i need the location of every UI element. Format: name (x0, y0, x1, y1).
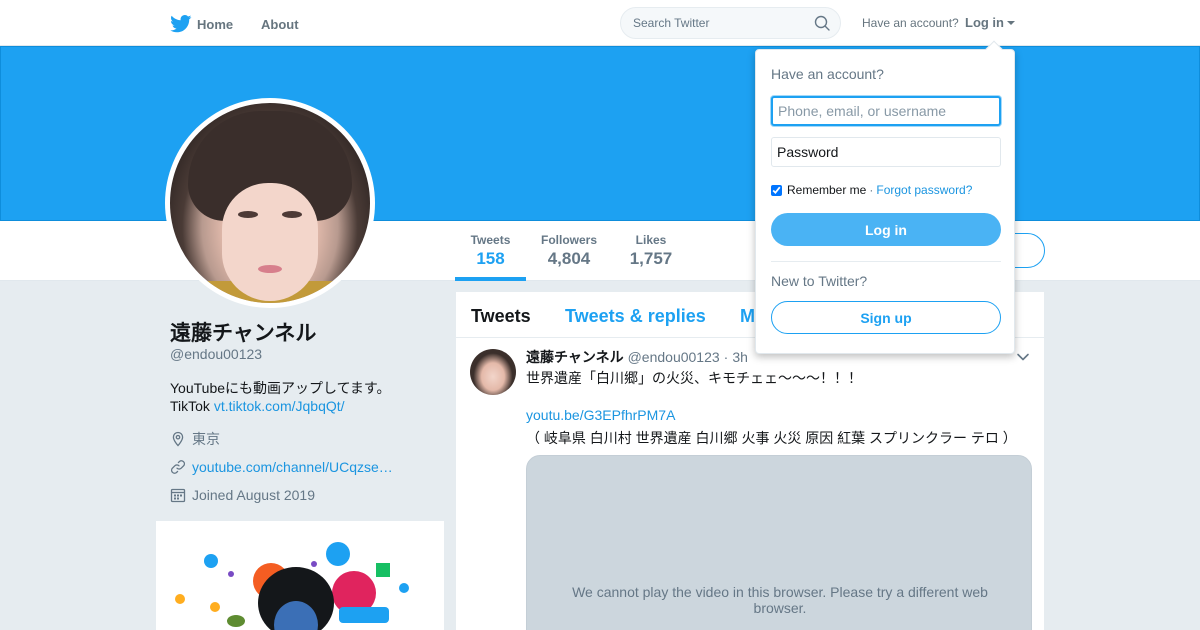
tweet-text: （ 岐阜県 白川村 世界遺産 白川郷 火事 火災 原因 紅葉 スプリンクラー テ… (526, 430, 1017, 446)
joined-text: Joined August 2019 (192, 487, 315, 503)
tweet-video-player[interactable]: We cannot play the video in this browser… (526, 455, 1032, 630)
profile-bio-line: TikTok vt.tiktok.com/JqbqQt/ (170, 398, 345, 414)
stat-followers[interactable]: Followers 4,804 (535, 233, 603, 269)
website-link[interactable]: youtube.com/channel/UCqzse… (192, 459, 393, 475)
tweet-avatar[interactable] (470, 349, 516, 395)
location-pin-icon (172, 431, 184, 447)
password-input[interactable] (771, 137, 1001, 167)
search-box (620, 7, 841, 39)
forgot-password-link[interactable]: Forgot password? (876, 183, 972, 197)
nav-home-label: Home (197, 16, 234, 32)
search-input[interactable] (633, 15, 808, 31)
tweet-author-handle[interactable]: @endou00123 (628, 349, 720, 365)
promo-illustration (175, 542, 409, 630)
search-icon[interactable] (814, 15, 830, 31)
dropdown-divider (771, 261, 1001, 262)
have-account-text: Have an account? (862, 16, 959, 30)
stat-value: 158 (476, 249, 505, 268)
calendar-icon (170, 488, 186, 503)
tab-media[interactable]: M (740, 306, 755, 327)
promo-illustration-card (156, 521, 444, 630)
top-nav: Home About Have an account? Log in (0, 0, 1200, 46)
login-toggle-label: Log in (965, 15, 1004, 30)
stat-tweets[interactable]: Tweets 158 (455, 233, 526, 281)
stat-label: Followers (540, 233, 597, 247)
caret-down-icon (1007, 20, 1015, 25)
profile-location: 東京 (170, 430, 220, 448)
location-text: 東京 (192, 431, 220, 447)
stat-value: 4,804 (547, 249, 591, 268)
stat-likes[interactable]: Likes 1,757 (622, 233, 680, 269)
tab-tweets[interactable]: Tweets (471, 306, 531, 327)
signup-button[interactable]: Sign up (771, 301, 1001, 334)
remember-label[interactable]: Remember me (787, 183, 866, 197)
tab-tweets-replies[interactable]: Tweets & replies (565, 306, 706, 327)
tweet-author-name[interactable]: 遠藤チャンネル (526, 347, 624, 367)
username-input[interactable] (771, 96, 1001, 126)
login-button[interactable]: Log in (771, 213, 1001, 246)
tweet-header: 遠藤チャンネル @endou00123 · 3h (526, 347, 752, 367)
stat-value: 1,757 (629, 249, 673, 268)
remember-checkbox[interactable] (771, 184, 782, 196)
twitter-bird-icon (170, 15, 192, 33)
profile-name[interactable]: 遠藤チャンネル (170, 317, 316, 347)
tweet-text: 世界遺産「白川郷」の火災、キモチェェ〜〜〜！！！ (526, 370, 862, 386)
profile-website: youtube.com/channel/UCqzse… (170, 458, 393, 476)
chevron-down-icon[interactable] (1016, 350, 1030, 364)
avatar-photo (170, 103, 370, 303)
new-to-twitter-text: New to Twitter? (771, 273, 868, 289)
profile-bio-line: YouTubeにも動画アップしてます。 (170, 380, 391, 396)
stat-label: Tweets (470, 233, 511, 247)
login-dropdown: Have an account? Remember me · Forgot pa… (755, 40, 1015, 354)
video-error-message: We cannot play the video in this browser… (572, 584, 988, 616)
profile-avatar[interactable] (165, 98, 375, 308)
bio-tiktok-prefix: TikTok (170, 398, 214, 414)
profile-joined: Joined August 2019 (170, 486, 315, 504)
remember-row: Remember me · Forgot password? (771, 183, 972, 197)
bio-tiktok-link[interactable]: vt.tiktok.com/JqbqQt/ (214, 398, 345, 414)
tweet-link[interactable]: youtu.be/G3EPfhrPM7A (526, 407, 675, 423)
login-dropdown-toggle[interactable]: Log in (965, 15, 1015, 30)
nav-home-link[interactable]: Home (170, 14, 233, 34)
nav-about-link[interactable]: About (261, 14, 299, 34)
tweet-separator: · (723, 349, 729, 365)
profile-handle[interactable]: @endou00123 (170, 346, 262, 362)
stat-label: Likes (635, 233, 667, 247)
dropdown-title: Have an account? (771, 66, 884, 82)
link-icon (170, 460, 186, 474)
tweet-timestamp[interactable]: 3h (732, 349, 748, 365)
remember-separator: · (869, 183, 874, 197)
